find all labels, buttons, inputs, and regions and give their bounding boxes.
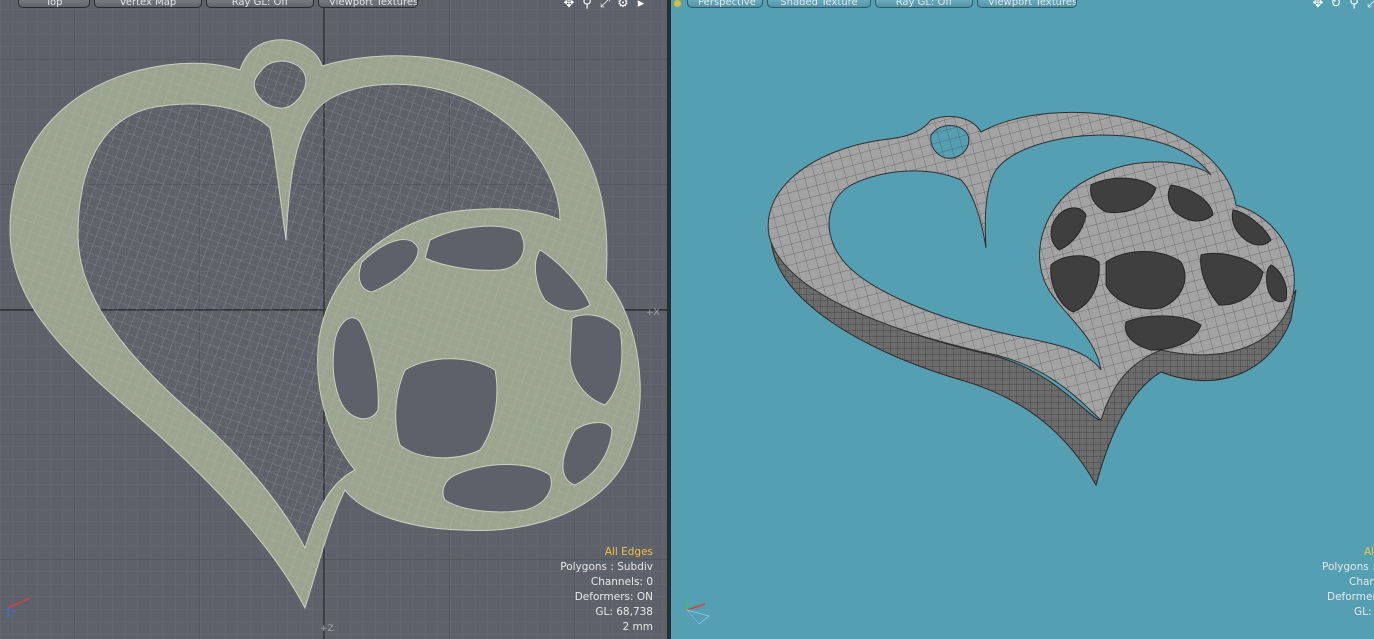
info-deformers: Deformers: ON <box>1327 591 1374 603</box>
move-icon[interactable]: ✥ <box>561 0 577 10</box>
viewport-textures-button[interactable]: Viewport Textures <box>977 0 1077 8</box>
view-type-button[interactable]: Top <box>18 0 90 8</box>
info-grid-size: 2 mm <box>622 621 653 633</box>
axis-gizmo-icon <box>7 597 31 618</box>
perspective-viewport-tools: ✥ ↻ ⚲ ⤢ <box>1310 0 1374 10</box>
perspective-viewport-header: Perspective Shaded Texture Ray GL: Off V… <box>671 0 1077 10</box>
x-axis-label: +X <box>646 308 660 318</box>
z-axis-label: +Z <box>320 624 334 634</box>
top-viewport-info: All Edges Polygons : Subdiv Channels: 0 … <box>560 545 653 635</box>
viewport-active-indicator[interactable] <box>674 0 681 7</box>
top-viewport-tools: ✥ ⚲ ⤢ ⚙ ▸ <box>561 0 649 10</box>
info-gl: GL: 68,738 <box>1354 606 1374 618</box>
info-deformers: Deformers: ON <box>574 591 653 603</box>
ray-gl-button[interactable]: Ray GL: Off <box>875 0 973 8</box>
shading-mode-button[interactable]: Shaded Texture <box>767 0 871 8</box>
fit-icon[interactable]: ⤢ <box>597 0 613 10</box>
info-highlight: All Edges <box>604 546 653 558</box>
view-type-button[interactable]: Perspective <box>687 0 763 8</box>
perspective-viewport-info: All Edges Polygons : Subdiv Channels: 0 … <box>1317 545 1374 620</box>
perspective-canvas[interactable] <box>671 0 1374 639</box>
info-highlight: All Edges <box>1364 546 1374 558</box>
viewport-textures-button[interactable]: Viewport Textures <box>318 0 418 8</box>
heart-pendant-mesh-perspective[interactable] <box>767 111 1297 487</box>
zoom-icon[interactable]: ⚲ <box>579 0 595 10</box>
zoom-icon[interactable]: ⚲ <box>1346 0 1362 10</box>
info-polygons: Polygons : Subdiv <box>560 561 653 573</box>
ray-gl-button[interactable]: Ray GL: Off <box>206 0 314 8</box>
rotate-icon[interactable]: ↻ <box>1328 0 1344 10</box>
info-polygons: Polygons : Subdiv <box>1322 561 1374 573</box>
vertex-map-button[interactable]: Vertex Map <box>94 0 202 8</box>
info-gl: GL: 68,738 <box>595 606 653 618</box>
arrow-right-icon[interactable]: ▸ <box>633 0 649 10</box>
gear-icon[interactable]: ⚙ <box>615 0 631 10</box>
perspective-viewport[interactable]: Perspective Shaded Texture Ray GL: Off V… <box>670 0 1374 639</box>
info-channels: Channels: 0 <box>1349 576 1374 588</box>
top-view-canvas[interactable] <box>0 0 667 639</box>
axis-gizmo-icon <box>685 600 710 625</box>
top-viewport[interactable]: Top Vertex Map Ray GL: Off Viewport Text… <box>0 0 667 639</box>
info-channels: Channels: 0 <box>590 576 653 588</box>
top-viewport-header: Top Vertex Map Ray GL: Off Viewport Text… <box>0 0 418 10</box>
move-icon[interactable]: ✥ <box>1310 0 1326 10</box>
fit-icon[interactable]: ⤢ <box>1364 0 1374 10</box>
